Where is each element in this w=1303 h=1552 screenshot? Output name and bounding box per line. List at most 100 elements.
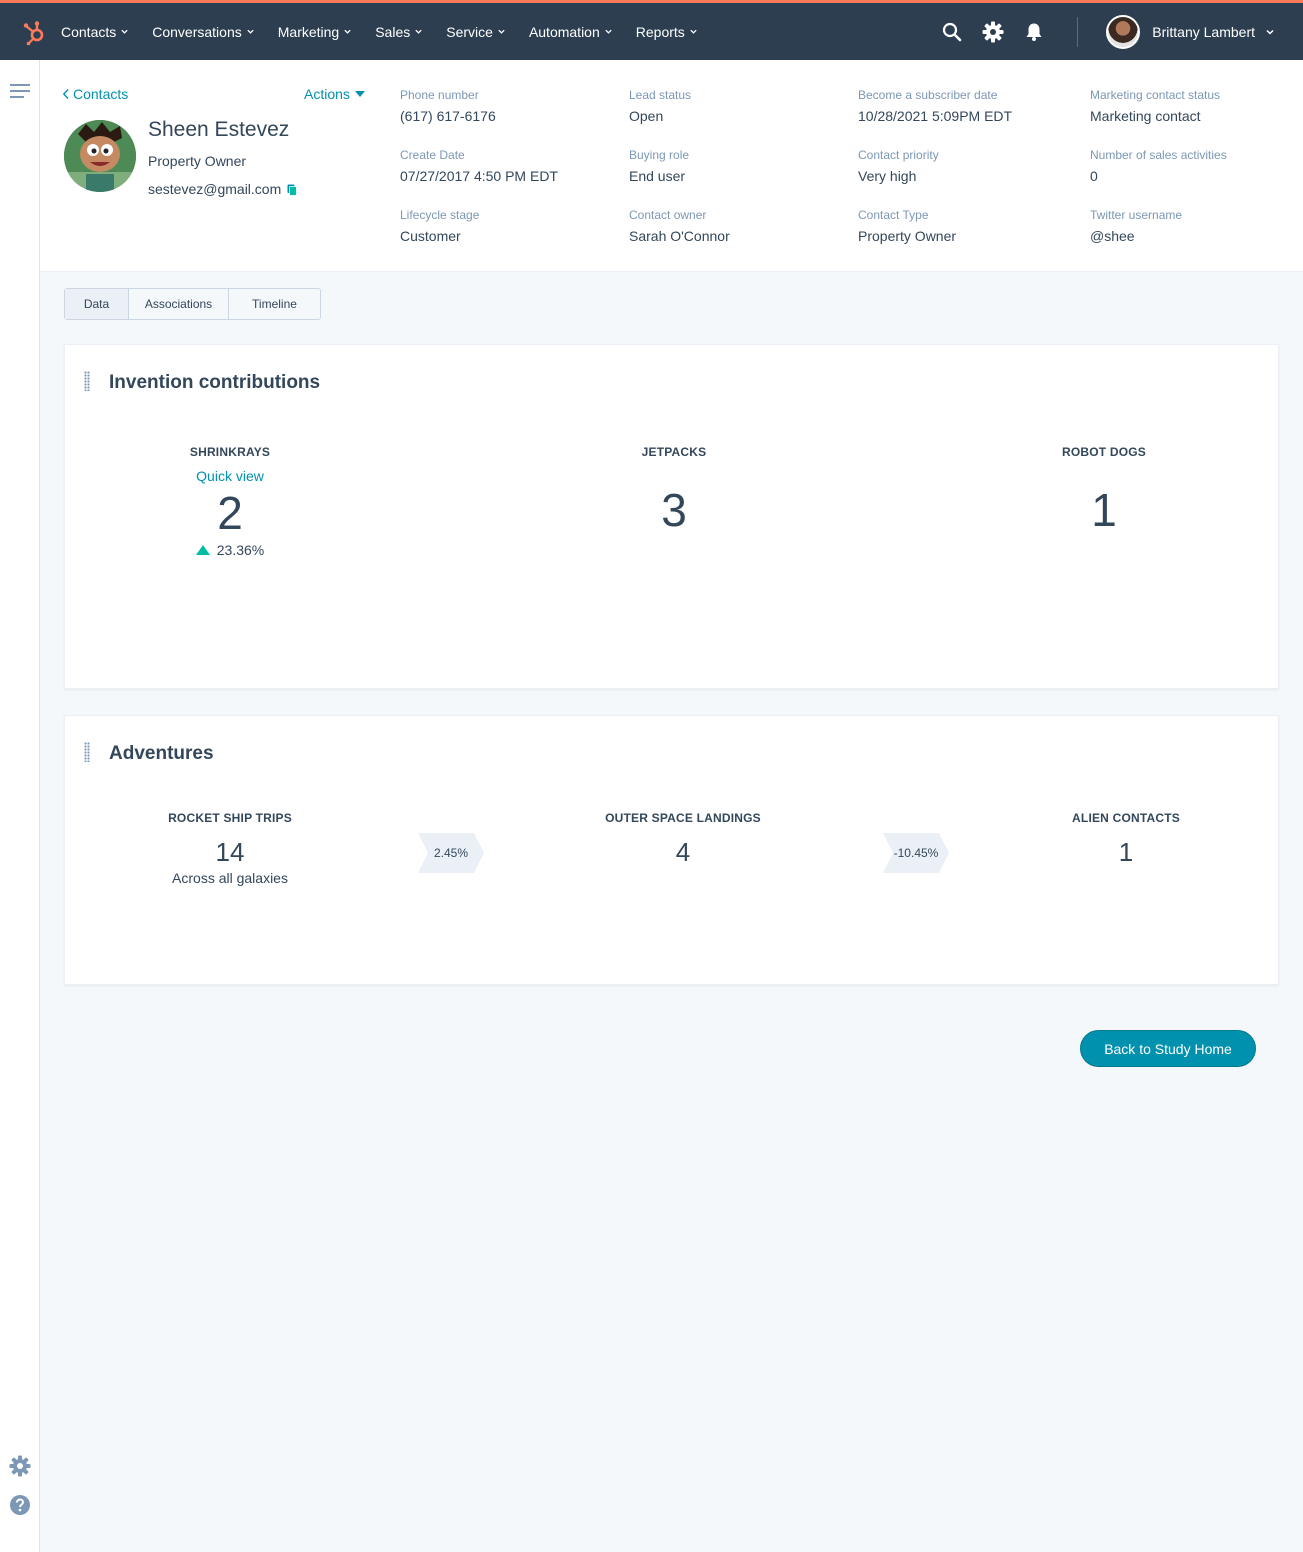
property-label: Become a subscriber date [858, 88, 998, 102]
gear-icon[interactable] [982, 21, 1004, 43]
menu-icon[interactable] [10, 84, 30, 102]
property-value[interactable]: Marketing contact [1090, 108, 1220, 124]
actions-dropdown[interactable]: Actions [304, 86, 365, 102]
contact-name: Sheen Estevez [148, 118, 290, 141]
nav-service-label: Service [446, 23, 493, 40]
property-contact-priority: Contact priority Very high [858, 148, 939, 184]
chevron-down-icon [605, 29, 612, 34]
chevron-down-icon[interactable] [1265, 27, 1275, 37]
metric-rocket-ship-trips: ROCKET SHIP TRIPS 14 Across all galaxies [130, 811, 330, 886]
nav-marketing-label: Marketing [277, 23, 340, 40]
property-label: Contact priority [858, 148, 939, 162]
card-title: Invention contributions [109, 372, 321, 393]
metric-label: OUTER SPACE LANDINGS [605, 811, 761, 825]
property-contact-owner: Contact owner Sarah O'Connor [629, 208, 730, 244]
nav-divider [1077, 16, 1079, 47]
metric-subtext: Across all galaxies [172, 870, 288, 886]
nav-automation-label: Automation [528, 23, 600, 40]
property-label: Lifecycle stage [400, 208, 480, 222]
metric-value: 14 [215, 837, 245, 867]
chevron-down-icon [247, 29, 254, 34]
tab-data[interactable]: Data [65, 289, 129, 319]
conversion-rate-value: 2.45% [433, 846, 469, 860]
hubspot-logo-icon[interactable] [23, 20, 47, 45]
metric-value: 4 [675, 837, 691, 867]
drag-handle-icon[interactable] [84, 371, 90, 391]
property-marketing-contact-status: Marketing contact status Marketing contac… [1090, 88, 1220, 124]
back-link-label: Contacts [73, 86, 129, 102]
nav-reports[interactable]: Reports [636, 24, 698, 40]
metric-label: SHRINKRAYS [189, 445, 271, 459]
quick-view-link[interactable]: Quick view [130, 468, 330, 484]
metric-label: ROCKET SHIP TRIPS [168, 811, 292, 825]
adventures-card: Adventures ROCKET SHIP TRIPS 14 Across a… [64, 715, 1279, 985]
property-label: Lead status [629, 88, 692, 102]
back-to-contacts-link[interactable]: Contacts [62, 86, 128, 102]
main-menu: Contacts Conversations Marketing Sales S… [61, 24, 721, 40]
user-avatar[interactable] [1106, 14, 1141, 49]
tab-timeline[interactable]: Timeline [229, 289, 320, 319]
nav-sales[interactable]: Sales [375, 24, 423, 40]
property-value[interactable]: 10/28/2021 5:09PM EDT [858, 108, 1012, 124]
property-value[interactable]: @shee [1090, 228, 1182, 244]
card-title: Adventures [109, 743, 214, 764]
property-contact-type: Contact Type Property Owner [858, 208, 956, 244]
contact-header: Contacts Actions Sheen Estevez Property … [40, 60, 1303, 272]
search-icon[interactable] [941, 21, 963, 43]
copy-icon[interactable] [287, 183, 298, 196]
property-value[interactable]: Customer [400, 228, 479, 244]
bell-icon[interactable] [1023, 21, 1045, 43]
property-value[interactable]: Sarah O'Connor [629, 228, 730, 244]
nav-contacts[interactable]: Contacts [61, 24, 129, 40]
metric-label: ROBOT DOGS [1061, 445, 1146, 459]
property-subscriber-date: Become a subscriber date 10/28/2021 5:09P… [858, 88, 1012, 124]
user-name[interactable]: Brittany Lambert [1152, 24, 1255, 40]
property-value[interactable]: End user [629, 168, 689, 184]
conversion-rate-value: -10.45% [893, 846, 939, 860]
increase-arrow-icon [195, 545, 210, 555]
metric-robot-dogs: ROBOT DOGS 1 [1004, 445, 1204, 537]
actions-label: Actions [304, 86, 350, 102]
nav-sales-label: Sales [375, 23, 411, 40]
help-icon[interactable] [9, 1494, 31, 1521]
settings-gear-icon[interactable] [9, 1455, 31, 1482]
property-label: Marketing contact status [1090, 88, 1221, 102]
drag-handle-icon[interactable] [84, 742, 90, 762]
property-label: Create Date [400, 148, 465, 162]
nav-service[interactable]: Service [446, 24, 506, 40]
property-value[interactable]: Very high [858, 168, 939, 184]
nav-reports-label: Reports [635, 23, 685, 40]
property-label: Number of sales activities [1090, 148, 1227, 162]
back-to-study-home-button[interactable]: Back to Study Home [1080, 1030, 1256, 1067]
nav-conversations-label: Conversations [152, 23, 242, 40]
property-value[interactable]: Open [629, 108, 691, 124]
nav-marketing[interactable]: Marketing [278, 24, 352, 40]
property-sales-activities: Number of sales activities 0 [1090, 148, 1227, 184]
property-twitter-username: Twitter username @shee [1090, 208, 1182, 244]
property-value[interactable]: Property Owner [858, 228, 956, 244]
contact-email: sestevez@gmail.com [148, 181, 298, 197]
property-lead-status: Lead status Open [629, 88, 691, 124]
contact-email-value: sestevez@gmail.com [148, 181, 282, 197]
property-value[interactable]: 0 [1090, 168, 1227, 184]
chevron-down-icon [121, 29, 128, 34]
metric-alien-contacts: ALIEN CONTACTS 1 [1026, 811, 1226, 868]
tab-associations[interactable]: Associations [129, 289, 229, 319]
top-navigation: Contacts Conversations Marketing Sales S… [0, 0, 1303, 60]
contact-avatar [64, 120, 136, 192]
metric-value: 3 [661, 484, 687, 536]
property-label: Twitter username [1090, 208, 1183, 222]
contact-job-title: Property Owner [148, 153, 247, 169]
property-create-date: Create Date 07/27/2017 4:50 PM EDT [400, 148, 558, 184]
property-label: Buying role [629, 148, 690, 162]
nav-contacts-label: Contacts [61, 23, 117, 40]
property-phone-number: Phone number (617) 617-6176 [400, 88, 496, 124]
nav-conversations[interactable]: Conversations [152, 24, 255, 40]
property-value[interactable]: (617) 617-6176 [400, 108, 496, 124]
nav-automation[interactable]: Automation [529, 24, 613, 40]
metric-delta-value: 23.36% [216, 542, 265, 558]
conversion-rate-badge: 2.45% [418, 833, 484, 873]
property-value[interactable]: 07/27/2017 4:50 PM EDT [400, 168, 558, 184]
metric-value: 1 [1118, 837, 1134, 867]
metric-outer-space-landings: OUTER SPACE LANDINGS 4 [583, 811, 783, 868]
